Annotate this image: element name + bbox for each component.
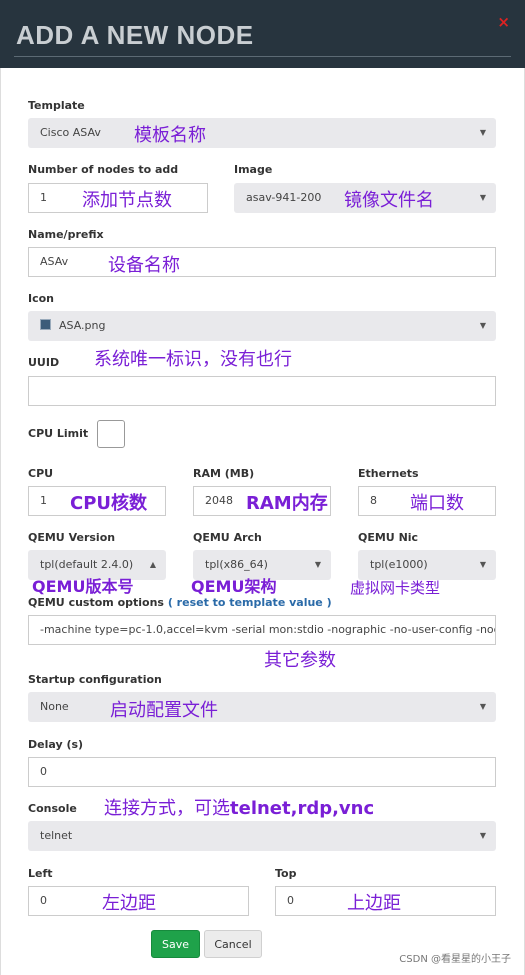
chevron-down-icon: ▼	[314, 560, 321, 569]
qemu-options-label-text: QEMU custom options	[28, 596, 164, 609]
console-annotation-prefix: 连接方式，可选	[104, 798, 230, 819]
cpu-annotation: CPU核数	[70, 493, 148, 514]
chevron-down-icon: ▼	[479, 560, 486, 569]
image-annotation: 镜像文件名	[344, 190, 434, 211]
ethernets-label: Ethernets	[358, 467, 419, 480]
image-file-icon	[40, 319, 51, 330]
startup-value: None	[40, 700, 69, 713]
qemu-nic-label: QEMU Nic	[358, 531, 419, 544]
watermark: CSDN @看星星的小王子	[399, 954, 511, 965]
uuid-input[interactable]	[28, 376, 496, 406]
icon-label: Icon	[28, 292, 55, 305]
top-annotation: 上边距	[347, 893, 401, 914]
cancel-button[interactable]: Cancel	[204, 930, 262, 958]
console-select[interactable]: telnet ▼	[28, 821, 496, 851]
qemu-version-label: QEMU Version	[28, 531, 116, 544]
reset-template-link[interactable]: ( reset to template value )	[168, 596, 332, 609]
template-select[interactable]: Cisco ASAv ▼	[28, 118, 496, 148]
chevron-down-icon: ▼	[479, 321, 486, 330]
qemu-nic-select[interactable]: tpl(e1000) ▼	[358, 550, 496, 580]
left-annotation: 左边距	[102, 893, 156, 914]
dialog-header: ADD A NEW NODE ×	[0, 0, 525, 68]
console-annotation: 连接方式，可选telnet,rdp,vnc	[104, 794, 374, 820]
template-label: Template	[28, 99, 85, 112]
nodes-label: Number of nodes to add	[28, 163, 179, 176]
template-annotation: 模板名称	[134, 125, 206, 146]
top-label: Top	[275, 867, 297, 880]
console-label: Console	[28, 802, 77, 815]
qemu-nic-value: tpl(e1000)	[370, 558, 428, 571]
left-label: Left	[28, 867, 53, 880]
cpu-label: CPU	[28, 467, 54, 480]
chevron-down-icon: ▼	[479, 702, 486, 711]
qemu-options-annotation: 其它参数	[264, 650, 336, 671]
startup-annotation: 启动配置文件	[110, 700, 218, 721]
qemu-arch-label: QEMU Arch	[193, 531, 262, 544]
console-annotation-suffix: telnet,rdp,vnc	[230, 798, 375, 819]
qemu-nic-annotation: 虚拟网卡类型	[350, 579, 441, 597]
nodes-annotation: 添加节点数	[82, 190, 172, 211]
image-value: asav-941-200	[246, 191, 322, 204]
ram-annotation: RAM内存	[246, 493, 328, 514]
close-icon[interactable]: ×	[497, 13, 510, 31]
ethernets-annotation: 端口数	[410, 493, 464, 514]
name-input[interactable]: ASAv	[28, 247, 496, 277]
qemu-version-annotation: QEMU版本号	[32, 577, 134, 596]
image-label: Image	[234, 163, 273, 176]
save-button[interactable]: Save	[151, 930, 200, 958]
icon-value: ASA.png	[59, 319, 106, 332]
chevron-up-icon: ▲	[149, 560, 156, 569]
cpu-limit-checkbox[interactable]	[97, 420, 125, 448]
console-value: telnet	[40, 829, 73, 842]
delay-label: Delay (s)	[28, 738, 84, 751]
qemu-options-input[interactable]: -machine type=pc-1.0,accel=kvm -serial m…	[28, 615, 496, 645]
ram-label: RAM (MB)	[193, 467, 255, 480]
dialog-title: ADD A NEW NODE	[16, 20, 254, 50]
template-value: Cisco ASAv	[40, 126, 101, 139]
startup-select[interactable]: None ▼	[28, 692, 496, 722]
startup-label: Startup configuration	[28, 673, 162, 686]
name-annotation: 设备名称	[108, 255, 180, 276]
chevron-down-icon: ▼	[479, 831, 486, 840]
header-divider	[14, 56, 511, 57]
qemu-arch-annotation: QEMU架构	[191, 577, 277, 596]
chevron-down-icon: ▼	[479, 128, 486, 137]
uuid-annotation: 系统唯一标识，没有也行	[94, 349, 292, 370]
delay-input[interactable]: 0	[28, 757, 496, 787]
qemu-version-value: tpl(default 2.4.0)	[40, 558, 134, 571]
qemu-arch-value: tpl(x86_64)	[205, 558, 268, 571]
qemu-options-label: QEMU custom options ( reset to template …	[28, 596, 332, 609]
cpu-limit-label: CPU Limit	[28, 427, 89, 440]
uuid-label: UUID	[28, 356, 60, 369]
chevron-down-icon: ▼	[479, 193, 486, 202]
icon-select[interactable]: ASA.png ▼	[28, 311, 496, 341]
name-label: Name/prefix	[28, 228, 104, 241]
